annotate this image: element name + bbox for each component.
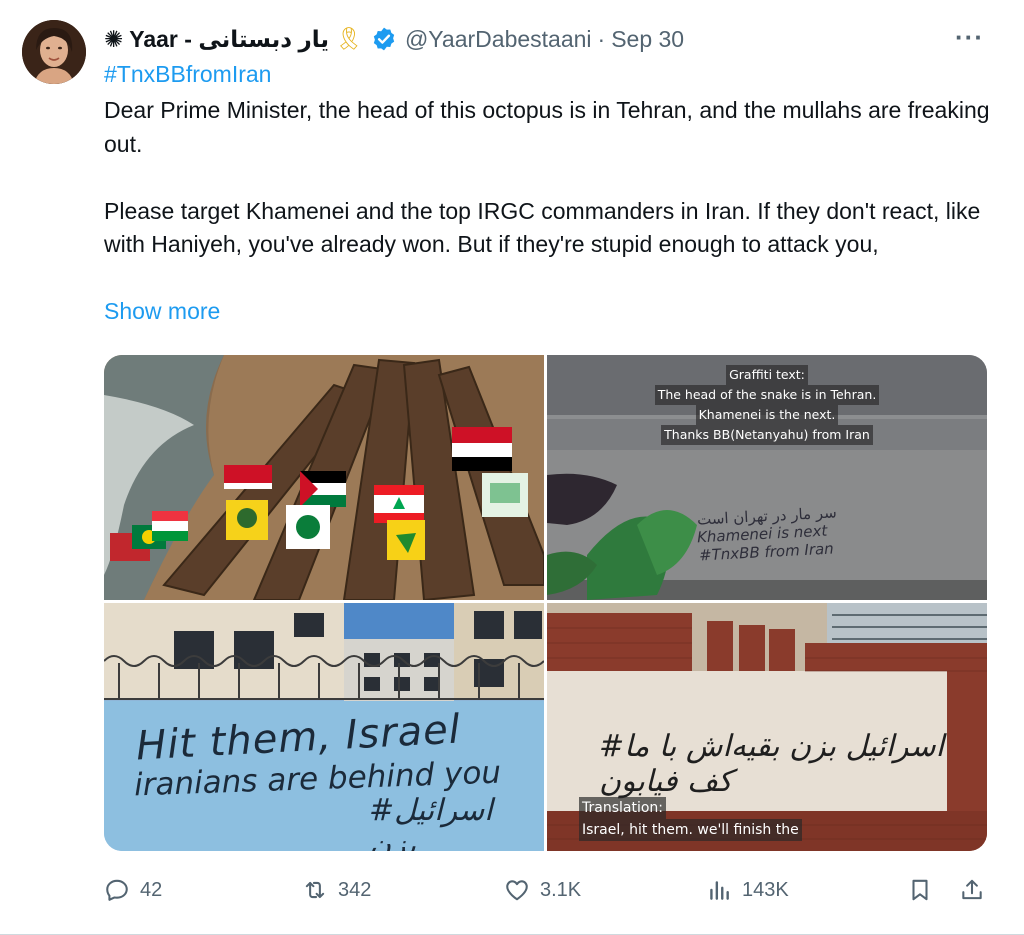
- more-options-icon[interactable]: ···: [955, 22, 984, 53]
- caption-line: Israel, hit them. we'll finish the: [579, 819, 802, 841]
- views-count: 143K: [742, 878, 789, 901]
- graffiti-farsi: #اسرائیل بزن بقیه‌اش با ما کف فیابون: [599, 729, 945, 799]
- media-grid: Graffiti text: The head of the snake is …: [104, 355, 987, 851]
- tweet-paragraph-2: Please target Khamenei and the top IRGC …: [104, 197, 981, 258]
- tweet-text: Dear Prime Minister, the head of this oc…: [104, 94, 994, 262]
- octopus-logs-photo: [104, 355, 544, 600]
- tweet-header: ✺ Yaar - یار دبستانی 🎗 @YaarDabestaani ·…: [104, 22, 1004, 56]
- display-name-text: Yaar - یار دبستانی: [129, 25, 329, 52]
- share-icon: [962, 879, 982, 900]
- display-name[interactable]: ✺ Yaar - یار دبستانی: [104, 26, 329, 53]
- ribbon-icon: 🎗: [335, 26, 363, 51]
- tweet-actions: 42 342 3.1K 143K: [104, 870, 989, 910]
- caption-line: The head of the snake is in Tehran.: [654, 385, 880, 405]
- caption-line: Graffiti text:: [726, 365, 808, 385]
- avatar-portrait: [22, 20, 86, 84]
- media-image-2[interactable]: Graffiti text: The head of the snake is …: [547, 355, 987, 600]
- like-count: 3.1K: [540, 878, 582, 901]
- like-button[interactable]: 3.1K: [504, 870, 581, 910]
- share-button[interactable]: [959, 870, 985, 910]
- caption-line: Khamenei is the next.: [695, 405, 839, 425]
- media-image-3[interactable]: Hit them, Israel iranians are behind you…: [104, 603, 544, 851]
- caption-line: Thanks BB(Netanyahu) from Iran: [661, 425, 873, 445]
- avatar[interactable]: [22, 20, 86, 84]
- name-prefix-glyph: ✺: [104, 25, 124, 52]
- media-image-1[interactable]: [104, 355, 544, 600]
- hashtag-link[interactable]: #TnxBBfromIran: [104, 61, 271, 88]
- tweet-card[interactable]: ✺ Yaar - یار دبستانی 🎗 @YaarDabestaani ·…: [0, 0, 1024, 935]
- graffiti-caption: Graffiti text: The head of the snake is …: [547, 363, 987, 447]
- media-image-4[interactable]: #اسرائیل بزن بقیه‌اش با ما کف فیابون Tra…: [547, 603, 987, 851]
- bookmark-icon: [912, 879, 928, 901]
- retweet-button[interactable]: 342: [302, 870, 371, 910]
- reply-button[interactable]: 42: [104, 870, 162, 910]
- tweet-paragraph-1: Dear Prime Minister, the head of this oc…: [104, 97, 990, 157]
- reply-count: 42: [140, 878, 163, 901]
- graffiti-line-3: #اسرائیل بزن: [369, 793, 493, 851]
- retweet-count: 342: [338, 878, 372, 901]
- bookmark-button[interactable]: [907, 870, 933, 910]
- caption-line: Translation:: [579, 797, 666, 819]
- show-more-link[interactable]: Show more: [104, 298, 220, 325]
- heart-icon: [506, 880, 528, 901]
- separator-dot: ·: [597, 25, 606, 52]
- tweet-timestamp[interactable]: Sep 30: [611, 26, 684, 53]
- verified-badge-icon: [371, 26, 397, 52]
- reply-icon: [106, 879, 128, 901]
- user-handle[interactable]: @YaarDabestaani: [405, 26, 592, 53]
- views-button[interactable]: 143K: [706, 870, 789, 910]
- retweet-icon: [305, 881, 325, 899]
- translation-caption: Translation: Israel, hit them. we'll fin…: [575, 795, 806, 843]
- views-chart-icon: [710, 881, 729, 900]
